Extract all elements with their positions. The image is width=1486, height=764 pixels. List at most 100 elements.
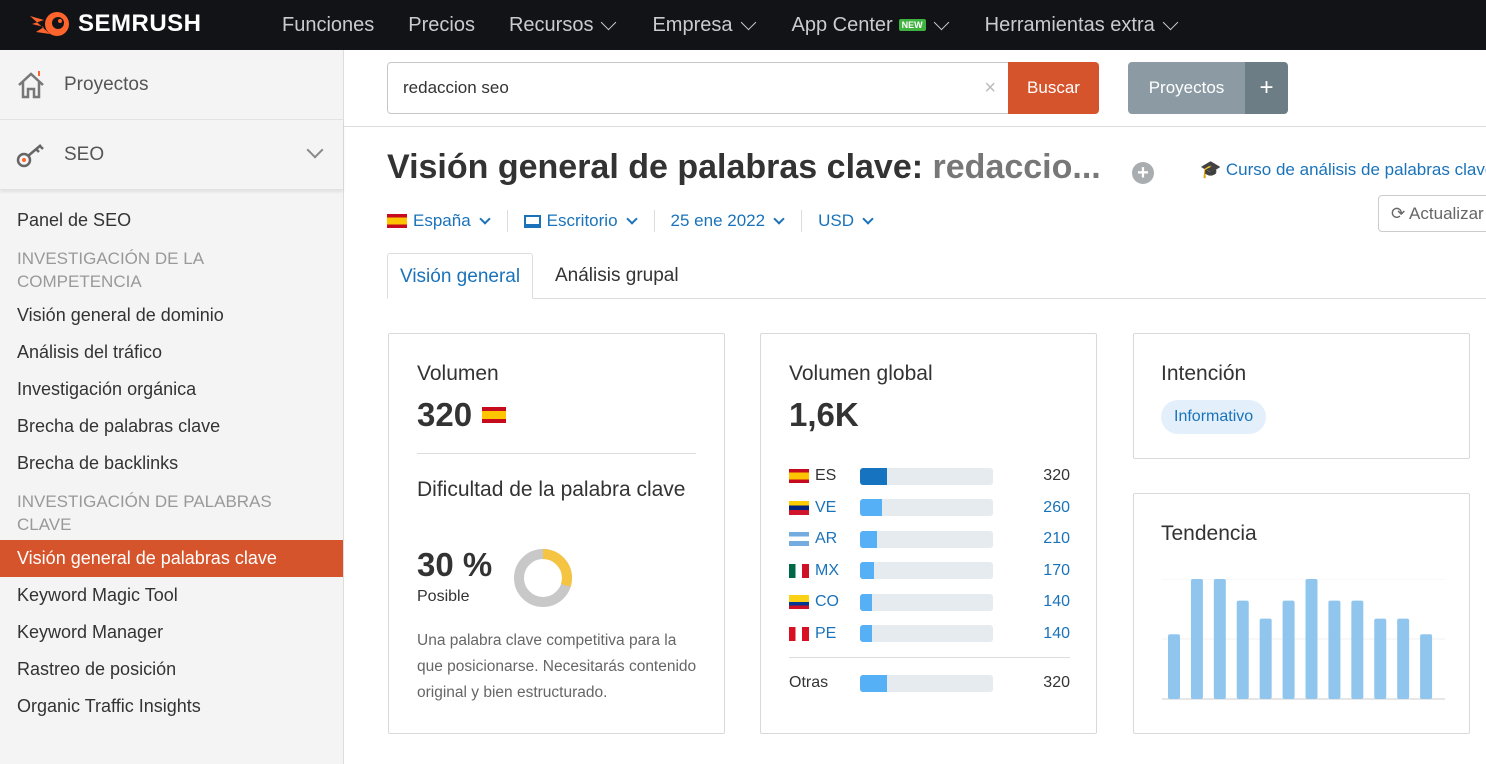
sidebar-projects[interactable]: Proyectos	[0, 50, 343, 120]
country-row-pe[interactable]: PE 140	[789, 624, 1070, 644]
co-flag-icon	[789, 595, 809, 609]
chevron-down-icon	[740, 14, 756, 30]
volume-bar	[860, 674, 993, 692]
nav-item-precios[interactable]: Precios	[408, 14, 475, 37]
trend-bar	[1168, 634, 1180, 699]
trend-bar	[1374, 618, 1387, 699]
chevron-down-icon[interactable]	[306, 141, 324, 159]
trend-bar	[1328, 600, 1341, 699]
difficulty-value: 30 %	[417, 546, 493, 583]
sidebar-item-panel-seo[interactable]: Panel de SEO	[0, 202, 343, 239]
projects-button[interactable]: Proyectos	[1128, 62, 1245, 114]
sidebar-item[interactable]: Keyword Magic Tool	[0, 577, 343, 614]
spain-flag-icon	[482, 407, 507, 423]
add-icon[interactable]: +	[1132, 162, 1154, 184]
trend-bar	[1420, 634, 1433, 699]
semrush-logo[interactable]: SEMRUSH	[28, 10, 202, 38]
tab-group-analysis[interactable]: Análisis grupal	[543, 253, 691, 299]
trend-bar	[1282, 600, 1295, 699]
sidebar: Proyectos SEO Panel de SEO INVESTIGACIÓN…	[0, 50, 344, 764]
page-title: Visión general de palabras clave: redacc…	[387, 148, 1101, 186]
volume-bar	[860, 593, 993, 611]
sidebar-item[interactable]: Visión general de palabras clave	[0, 540, 343, 577]
search-input[interactable]: redaccion seo ×	[387, 62, 1009, 114]
sidebar-item[interactable]: Brecha de palabras clave	[0, 408, 343, 445]
sidebar-item[interactable]: Organic Traffic Insights	[0, 688, 343, 725]
country-row-ve[interactable]: VE 260	[789, 498, 1070, 518]
refresh-button[interactable]: ⟳ Actualizar	[1378, 195, 1486, 232]
volume-bar	[860, 499, 993, 516]
sidebar-section-header: INVESTIGACIÓN DE LA COMPETENCIA	[17, 249, 204, 291]
nav-item-empresa[interactable]: Empresa	[652, 14, 757, 37]
sidebar-section-header: INVESTIGACIÓN DE PALABRAS CLAVE	[17, 492, 272, 534]
trend-bar	[1190, 579, 1203, 699]
search-value: redaccion seo	[403, 78, 509, 97]
seo-label: SEO	[64, 143, 105, 165]
ve-flag-icon	[789, 500, 809, 515]
trend-label: Tendencia	[1161, 522, 1257, 545]
add-project-button[interactable]: +	[1245, 62, 1288, 114]
pe-flag-icon	[789, 626, 809, 641]
trend-card: Tendencia	[1133, 493, 1470, 734]
country-row-co[interactable]: CO 140	[789, 592, 1070, 612]
country-row-ar[interactable]: AR 210	[789, 529, 1070, 549]
global-volume-label: Volumen global	[789, 362, 933, 385]
home-icon	[18, 70, 44, 98]
difficulty-level: Posible	[417, 588, 470, 605]
ar-flag-icon	[789, 532, 809, 546]
divider	[344, 126, 1486, 127]
brand-name: SEMRUSH	[78, 10, 202, 37]
difficulty-description: Una palabra clave competitiva para la qu…	[417, 632, 697, 701]
chevron-down-icon	[601, 14, 617, 30]
mx-flag-icon	[789, 563, 809, 578]
intent-badge: Informativo	[1161, 400, 1267, 434]
sidebar-item[interactable]: Análisis del tráfico	[0, 334, 343, 371]
es-flag-icon	[789, 469, 809, 483]
semrush-fire-icon	[30, 12, 69, 36]
country-row-mx[interactable]: MX 170	[789, 561, 1070, 581]
country-filter[interactable]: España	[387, 211, 507, 231]
course-link[interactable]: 🎓 Curso de análisis de palabras clave	[1200, 160, 1486, 180]
refresh-icon: ⟳	[1391, 204, 1406, 223]
sidebar-seo[interactable]: SEO	[0, 120, 343, 190]
volume-card: Volumen 320 Dificultad de la palabra cla…	[388, 333, 725, 734]
spain-flag-icon	[387, 214, 407, 228]
global-volume-value: 1,6K	[789, 396, 859, 433]
clear-icon[interactable]: ×	[984, 77, 996, 100]
volume-value: 320	[417, 396, 473, 433]
sidebar-item[interactable]: Investigación orgánica	[0, 371, 343, 408]
currency-filter[interactable]: USD	[802, 211, 890, 231]
keyword: redaccio...	[932, 148, 1101, 186]
graduation-cap-icon: 🎓	[1200, 160, 1222, 179]
difficulty-donut	[514, 549, 572, 607]
tab-overview[interactable]: Visión general	[387, 253, 534, 299]
date-filter[interactable]: 25 ene 2022	[655, 211, 802, 231]
main-content: redaccion seo × Buscar Proyectos + Visió…	[344, 50, 1486, 764]
sidebar-item[interactable]: Visión general de dominio	[0, 297, 343, 334]
new-badge: NEW	[898, 19, 926, 31]
trend-bar	[1305, 579, 1318, 699]
chevron-down-icon	[933, 14, 949, 30]
trend-bar	[1259, 618, 1272, 699]
chevron-down-icon	[1162, 14, 1179, 30]
nav-item-app-center[interactable]: App Center NEW	[792, 14, 951, 37]
trend-bar	[1236, 600, 1249, 699]
filters: España Escritorio 25 ene 2022 USD	[387, 210, 890, 232]
volume-label: Volumen	[417, 362, 499, 385]
volume-bar	[860, 562, 993, 579]
global-volume-card: Volumen global 1,6K ES 320 VE 260 AR 210 MX 170…	[760, 333, 1097, 734]
sidebar-item[interactable]: Brecha de backlinks	[0, 445, 343, 482]
nav-item-herramientas-extra[interactable]: Herramientas extra	[985, 14, 1180, 37]
sidebar-item[interactable]: Keyword Manager	[0, 614, 343, 651]
difficulty-label: Dificultad de la palabra clave	[417, 478, 686, 501]
top-nav: SEMRUSH Funciones Precios Recursos Empresa A…	[0, 0, 1486, 50]
trend-bar	[1351, 600, 1364, 699]
nav-item-recursos[interactable]: Recursos	[509, 14, 618, 37]
trend-bar	[1213, 579, 1226, 699]
search-button[interactable]: Buscar	[1008, 62, 1099, 114]
country-row-es: ES 320	[789, 466, 1070, 486]
sidebar-item[interactable]: Rastreo de posición	[0, 651, 343, 688]
device-filter[interactable]: Escritorio	[508, 211, 654, 231]
nav-item-funciones[interactable]: Funciones	[282, 14, 374, 37]
desktop-icon	[523, 214, 541, 228]
